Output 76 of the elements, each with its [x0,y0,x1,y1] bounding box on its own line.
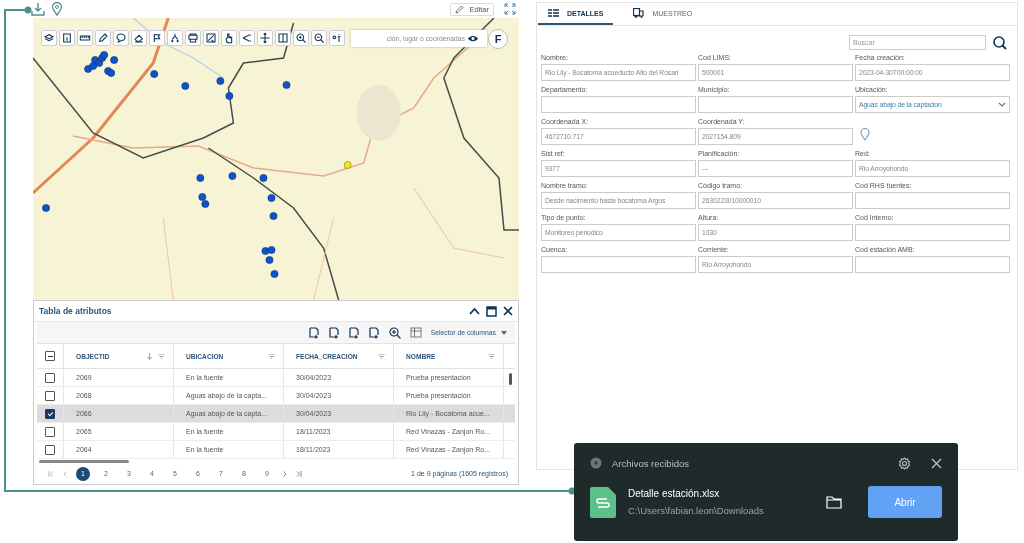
speech-bubble-icon [115,32,127,44]
input-field[interactable] [855,256,1010,273]
layers-icon [43,32,55,44]
row-checkbox[interactable] [45,426,55,437]
collapse-icon[interactable] [469,307,480,315]
next-page-icon[interactable] [283,470,287,477]
vertical-scrollbar[interactable] [509,373,512,385]
toolbar-button[interactable] [185,30,201,46]
toolbar-button[interactable] [131,30,147,46]
filter-icon[interactable] [268,353,275,359]
panel-title: Tabla de atributos [39,306,112,316]
input-field[interactable] [855,192,1010,209]
info-icon [61,32,73,44]
toolbar-button[interactable] [293,30,309,46]
maximize-icon[interactable] [486,305,497,317]
filter-icon[interactable] [488,353,495,359]
export-icon[interactable] [348,326,360,339]
row-checkbox[interactable] [45,390,55,401]
export-icon[interactable] [308,326,320,339]
eraser-icon [133,32,145,44]
toolbar-button[interactable] [113,30,129,46]
split-view-icon [277,32,289,44]
input-field[interactable] [698,96,853,113]
move-icon [259,32,271,44]
toolbar-button[interactable] [167,30,183,46]
nodes-icon [169,32,181,44]
input-field[interactable] [541,96,696,113]
location-pin-icon[interactable] [51,2,63,16]
toolbar-button[interactable] [257,30,273,46]
export-icon[interactable] [328,326,340,339]
row-checkbox[interactable] [45,444,55,455]
row-checkbox[interactable] [45,408,55,419]
caret-icon [501,330,507,335]
close-icon[interactable] [931,457,942,469]
ruler-icon [79,32,91,44]
filter-icon[interactable] [158,353,165,359]
toolbar-button[interactable] [203,30,219,46]
export-icon[interactable] [368,326,380,339]
spreadsheet-file-icon [590,486,616,518]
select-all-checkbox[interactable] [45,351,55,361]
toolbar-button[interactable] [149,30,165,46]
input-field[interactable] [855,224,1010,241]
file-name: Detalle estación.xlsx [628,488,721,499]
map-edit-icon [205,32,217,44]
columns-icon[interactable] [409,327,422,338]
zoom-in-icon[interactable] [388,326,401,339]
file-path: C:\Users\fabian.leon\Downloads [628,505,765,516]
flag-icon [151,32,163,44]
download-icon[interactable] [31,2,45,16]
chevron-down-icon [998,102,1006,107]
pencil-icon [455,4,465,14]
close-icon[interactable] [503,306,513,316]
zoom-out-icon [313,32,325,44]
toolbar-button[interactable] [275,30,291,46]
folder-icon[interactable] [826,495,842,509]
toolbar-button[interactable] [311,30,327,46]
pencil-icon [97,32,109,44]
list-icon [548,8,559,18]
input-field[interactable] [541,256,696,273]
row-checkbox[interactable] [45,372,55,383]
horizontal-scrollbar[interactable] [39,460,129,463]
toolbar-button[interactable] [77,30,93,46]
toolbar-button[interactable] [95,30,111,46]
sort-descending-icon[interactable] [147,352,152,360]
printer-icon [187,32,199,44]
location-pin-icon[interactable] [860,128,870,141]
toolbar-button[interactable] [41,30,57,46]
truck-icon [633,8,645,18]
filter-icon[interactable] [378,353,385,359]
zoom-in-icon [295,32,307,44]
eye-icon[interactable] [467,34,479,43]
toolbar-button[interactable] [59,30,75,46]
download-status-icon [590,457,602,469]
fullscreen-icon[interactable] [504,3,516,15]
notification-title: Archivos recibidos [612,457,690,469]
search-icon[interactable] [993,35,1007,50]
